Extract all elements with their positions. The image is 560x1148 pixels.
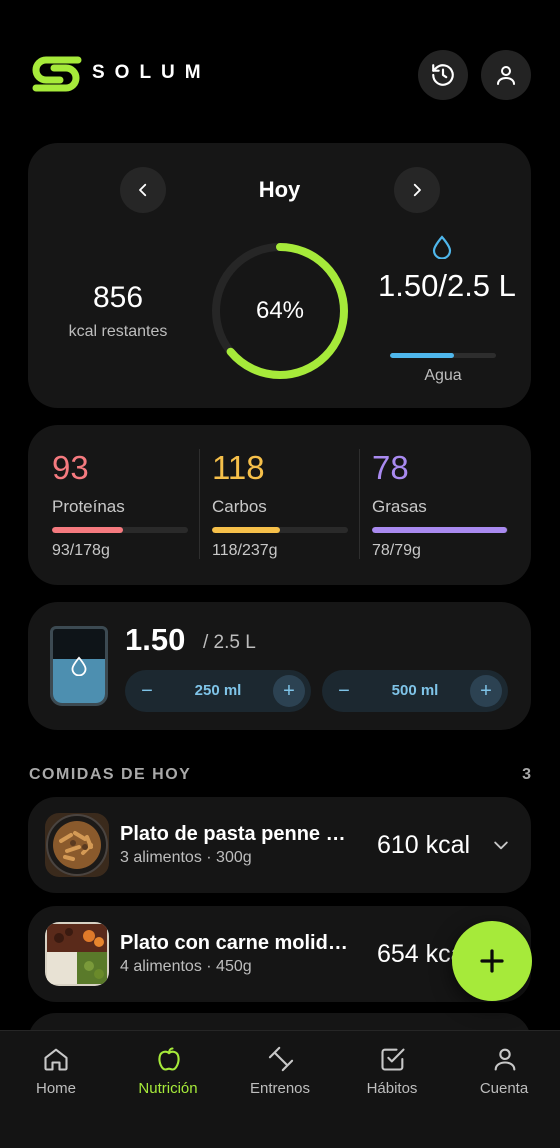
water-amount: 1.50/2.5 L bbox=[378, 268, 516, 303]
brand-name: SOLUM bbox=[92, 62, 211, 83]
next-day-button[interactable] bbox=[394, 167, 440, 213]
macro-detail: 78/79g bbox=[372, 542, 421, 559]
tab-home[interactable]: Home bbox=[0, 1031, 112, 1148]
meal-photo bbox=[45, 922, 109, 986]
chevron-right-icon bbox=[413, 183, 421, 197]
macro-fats: 78 Grasas 78/79g bbox=[372, 425, 522, 585]
macro-value: 118 bbox=[212, 449, 265, 486]
bottom-navigation: Home Nutrición Entrenos Hábitos Cuenta bbox=[0, 1030, 560, 1148]
water-tracker-card: 1.50 / 2.5 L − 250 ml + − 500 ml + bbox=[28, 602, 531, 730]
add-meal-button[interactable] bbox=[452, 921, 532, 1001]
apple-icon bbox=[158, 1047, 180, 1071]
meal-kcal: 610 kcal bbox=[377, 831, 471, 859]
macro-label: Grasas bbox=[372, 497, 427, 516]
water-decrease-button[interactable]: − bbox=[328, 675, 360, 707]
water-current-amount: 1.50 bbox=[125, 622, 186, 657]
meal-photo bbox=[45, 813, 109, 877]
water-decrease-button[interactable]: − bbox=[131, 675, 163, 707]
macro-detail: 118/237g bbox=[212, 542, 278, 559]
home-icon bbox=[44, 1048, 68, 1071]
tab-nutrition[interactable]: Nutrición bbox=[112, 1031, 224, 1148]
tab-workouts[interactable]: Entrenos bbox=[224, 1031, 336, 1148]
water-drop-icon bbox=[432, 235, 452, 259]
macro-progress-fill bbox=[212, 527, 280, 533]
solum-logo bbox=[32, 56, 82, 92]
user-icon bbox=[497, 66, 515, 85]
tab-label: Home bbox=[35, 1080, 76, 1097]
calorie-progress-percent: 64% bbox=[255, 297, 305, 324]
macro-protein: 93 Proteínas 93/178g bbox=[52, 425, 202, 585]
kcal-remaining-label: kcal restantes bbox=[68, 323, 168, 340]
water-quick-add-500: − 500 ml + bbox=[322, 670, 508, 712]
water-label: Agua bbox=[424, 367, 462, 384]
dumbbell-icon bbox=[268, 1046, 294, 1072]
meal-title: Plato con carne molida y arroz bbox=[120, 932, 356, 954]
macro-label: Carbos bbox=[212, 497, 267, 516]
meals-count: 3 bbox=[522, 766, 531, 783]
macro-progress-bar bbox=[372, 527, 508, 533]
water-progress-bar bbox=[390, 353, 496, 358]
kcal-remaining-value: 856 bbox=[92, 281, 144, 314]
meal-item[interactable]: Plato de pasta penne con pollo 3 aliment… bbox=[28, 797, 531, 893]
macro-progress-bar bbox=[52, 527, 188, 533]
daily-summary-card: Hoy 856 kcal restantes 64% 1.50/2.5 L Ag… bbox=[28, 143, 531, 408]
meals-section-title: COMIDAS DE HOY bbox=[29, 766, 192, 783]
water-quick-add-250: − 250 ml + bbox=[125, 670, 311, 712]
chevron-down-icon[interactable] bbox=[491, 835, 511, 855]
macro-value: 78 bbox=[372, 449, 409, 486]
tab-account[interactable]: Cuenta bbox=[448, 1031, 560, 1148]
water-progress-fill bbox=[390, 353, 454, 358]
history-button[interactable] bbox=[418, 50, 468, 100]
plus-icon bbox=[480, 949, 504, 973]
meal-title: Plato de pasta penne con pollo bbox=[120, 823, 356, 845]
macro-progress-bar bbox=[212, 527, 348, 533]
history-icon bbox=[432, 64, 454, 86]
tab-label: Hábitos bbox=[366, 1080, 418, 1097]
water-increase-button[interactable]: + bbox=[470, 675, 502, 707]
profile-button[interactable] bbox=[481, 50, 531, 100]
macro-progress-fill bbox=[52, 527, 123, 533]
macro-value: 93 bbox=[52, 449, 89, 486]
tab-habits[interactable]: Hábitos bbox=[336, 1031, 448, 1148]
tab-label: Cuenta bbox=[479, 1080, 529, 1097]
water-amount-label: 500 ml bbox=[391, 682, 439, 699]
checkbox-icon bbox=[381, 1048, 405, 1071]
macro-detail: 93/178g bbox=[52, 542, 110, 559]
meal-meta: 3 alimentos · 300g bbox=[120, 849, 252, 866]
water-amount-label: 250 ml bbox=[194, 682, 242, 699]
macro-divider bbox=[359, 449, 360, 559]
macro-progress-fill bbox=[372, 527, 507, 533]
macro-divider bbox=[199, 449, 200, 559]
water-goal: / 2.5 L bbox=[203, 632, 256, 653]
meal-meta: 4 alimentos · 450g bbox=[120, 958, 252, 975]
user-icon bbox=[494, 1048, 516, 1071]
day-title: Hoy bbox=[258, 177, 301, 202]
tab-label: Entrenos bbox=[249, 1080, 311, 1097]
macros-card: 93 Proteínas 93/178g 118 Carbos 118/237g… bbox=[28, 425, 531, 585]
macro-carbs: 118 Carbos 118/237g bbox=[212, 425, 362, 585]
water-increase-button[interactable]: + bbox=[273, 675, 305, 707]
macro-label: Proteínas bbox=[52, 497, 125, 516]
app-header: SOLUM bbox=[0, 0, 560, 130]
tab-label: Nutrición bbox=[138, 1080, 198, 1097]
water-drop-icon bbox=[71, 656, 87, 676]
